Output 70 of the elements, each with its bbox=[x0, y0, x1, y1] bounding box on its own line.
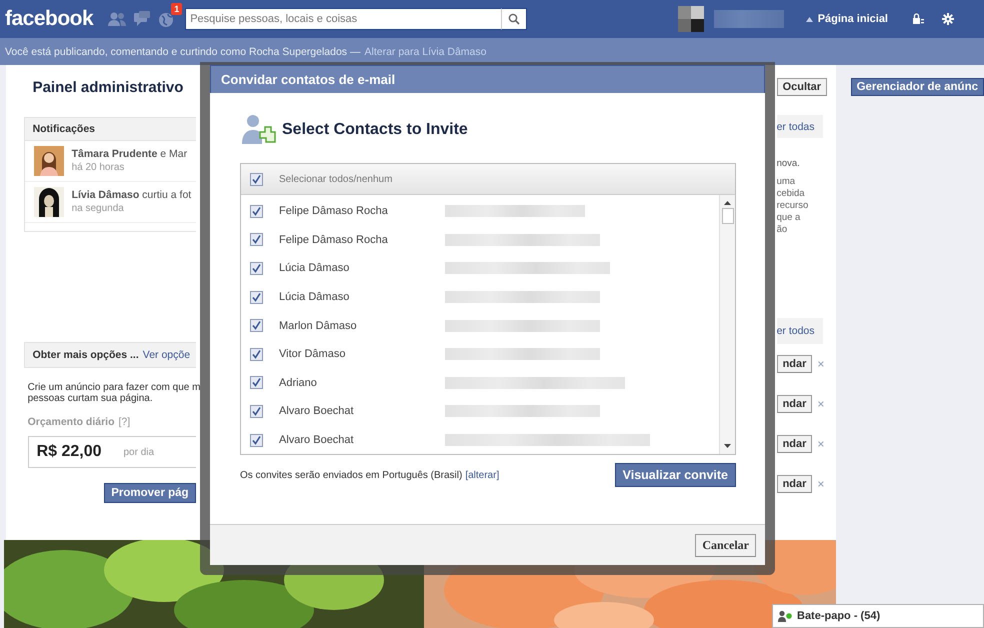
notification-text[interactable]: Lívia Dâmaso curtiu a fot bbox=[72, 189, 192, 201]
notification-time: na segunda bbox=[72, 203, 125, 214]
checkbox[interactable] bbox=[250, 233, 263, 246]
cancel-button[interactable]: Cancelar bbox=[695, 534, 756, 556]
chat-bar[interactable]: Bate-papo - (54) bbox=[772, 604, 984, 628]
settings-icon[interactable] bbox=[942, 13, 954, 25]
suggestion-button[interactable]: ndar bbox=[776, 395, 812, 413]
checkbox[interactable] bbox=[250, 348, 263, 361]
scroll-down-icon[interactable] bbox=[724, 444, 731, 448]
suggestion-button[interactable]: ndar bbox=[776, 355, 812, 373]
contact-name: Lúcia Dâmaso bbox=[279, 291, 350, 304]
text-fragment: cebida bbox=[776, 188, 806, 199]
chat-label: Bate-papo - (54) bbox=[797, 610, 880, 622]
checkbox[interactable] bbox=[250, 262, 263, 275]
search-icon[interactable] bbox=[508, 13, 520, 25]
identity-text: Você está publicando, comentando e curtindo como Rocha Supergelados — bbox=[5, 46, 360, 58]
checkbox[interactable] bbox=[250, 319, 263, 332]
panel-title: Notificações bbox=[32, 123, 95, 135]
contact-name: Vitor Dâmaso bbox=[279, 348, 346, 360]
see-all-link[interactable]: er todos bbox=[776, 318, 823, 344]
contact-name: Marlon Dâmaso bbox=[279, 320, 358, 332]
page-title: Painel administrativo bbox=[32, 79, 184, 98]
checkbox[interactable] bbox=[250, 376, 263, 390]
checkbox[interactable] bbox=[250, 434, 263, 447]
notification-time: há 20 horas bbox=[72, 162, 126, 173]
select-all-label[interactable]: Selecionar todos/nenhum bbox=[279, 174, 392, 184]
hide-button[interactable]: Ocultar bbox=[776, 78, 828, 96]
home-link[interactable]: Página inicial bbox=[806, 13, 888, 25]
checkbox[interactable] bbox=[250, 204, 263, 218]
contact-name: Alvaro Boechat bbox=[279, 405, 355, 418]
checkbox[interactable] bbox=[250, 404, 263, 418]
dialog-heading: Select Contacts to Invite bbox=[282, 121, 468, 139]
suggestion-button[interactable]: ndar bbox=[776, 435, 812, 453]
search-button[interactable] bbox=[501, 8, 528, 30]
promo-text: pessoas curtam sua página. bbox=[28, 393, 154, 404]
notification-text[interactable]: Tâmara Prudente e Mar bbox=[72, 148, 188, 160]
contact-name: Lúcia Dâmaso bbox=[279, 262, 350, 274]
ads-manager-button[interactable]: Gerenciador de anúnc bbox=[850, 78, 984, 96]
text-fragment: uma bbox=[776, 176, 796, 187]
lock-icon[interactable] bbox=[912, 13, 924, 25]
contact-name: Felipe Dâmaso Rocha bbox=[279, 205, 389, 218]
checkbox[interactable] bbox=[250, 290, 263, 304]
budget-label: Orçamento diário bbox=[28, 416, 115, 428]
scroll-up-icon[interactable] bbox=[724, 201, 731, 205]
promote-button[interactable]: Promover pág bbox=[104, 483, 196, 503]
contact-name: Alvaro Boechat bbox=[279, 434, 355, 446]
text-fragment: ão bbox=[776, 224, 788, 235]
caret-icon bbox=[806, 16, 813, 22]
logo[interactable]: facebook bbox=[5, 7, 94, 31]
text-fragment: nova. bbox=[776, 158, 801, 169]
see-all-link[interactable]: er todas bbox=[776, 115, 823, 138]
preview-button[interactable]: Visualizar convite bbox=[614, 463, 736, 487]
search-field[interactable]: Pesquise pessoas, locais e coisas bbox=[185, 8, 502, 30]
notification-badge: 1 bbox=[171, 3, 182, 15]
contact-name: Felipe Dâmaso Rocha bbox=[279, 234, 389, 246]
scrollbar[interactable] bbox=[719, 195, 735, 454]
checkbox[interactable] bbox=[250, 172, 263, 186]
dialog-title: Convidar contatos de e-mail bbox=[210, 65, 765, 93]
blurred-name bbox=[714, 10, 784, 28]
budget-field[interactable]: R$ 22,00 por dia bbox=[28, 436, 196, 468]
scrollbar-thumb[interactable] bbox=[722, 208, 734, 224]
options-title: Obter mais opções ... bbox=[32, 349, 139, 361]
text-fragment: recurso bbox=[776, 200, 808, 211]
text-fragment: que a bbox=[776, 212, 802, 223]
language-note: Os convites serão enviados em Português (Brasil) bbox=[240, 470, 462, 480]
online-person-icon bbox=[778, 610, 792, 622]
suggestion-button[interactable]: ndar bbox=[776, 475, 812, 493]
contact-name: Adriano bbox=[279, 376, 318, 389]
change-language-link[interactable]: [alterar] bbox=[465, 470, 500, 480]
options-link[interactable]: Ver opçõe bbox=[142, 349, 190, 361]
